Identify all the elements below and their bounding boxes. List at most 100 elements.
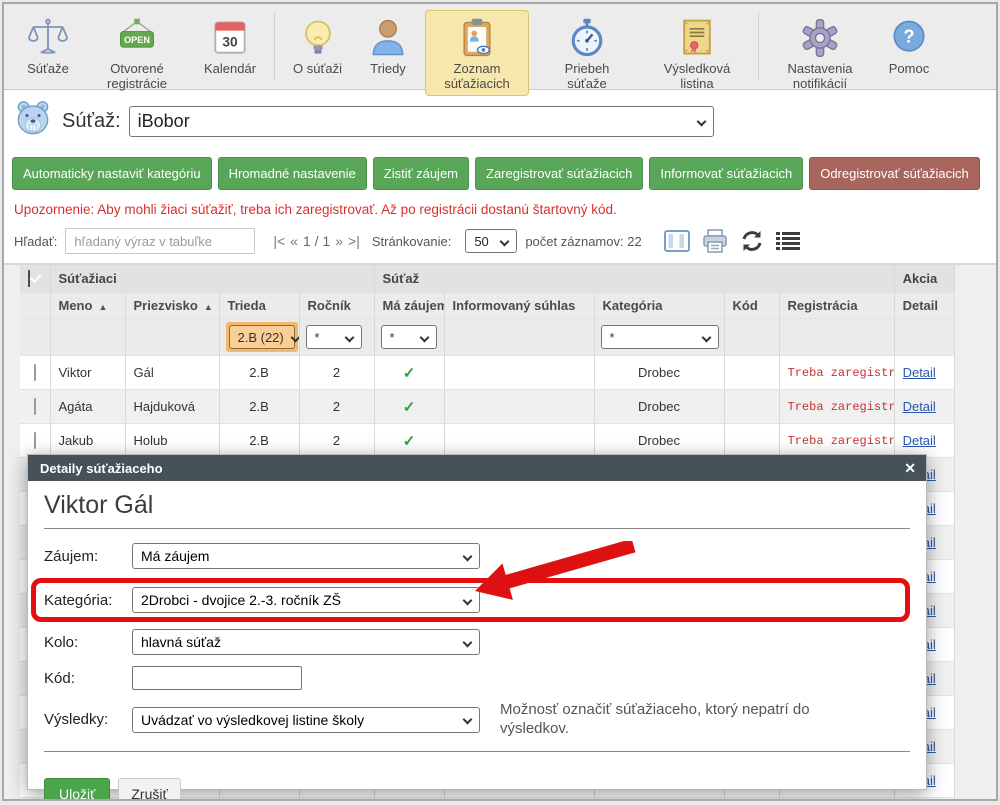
main-toolbar: Súťaže OPEN Otvorené registrácie 30 Kale… bbox=[4, 4, 996, 90]
column-header-registracia[interactable]: Registrácia bbox=[779, 293, 894, 319]
search-input[interactable] bbox=[65, 228, 255, 254]
calendar-day-text: 30 bbox=[222, 34, 238, 49]
competition-select[interactable]: iBobor bbox=[129, 106, 714, 137]
column-header-kod[interactable]: Kód bbox=[724, 293, 779, 319]
trieda-filter-select[interactable]: 2.B (22) bbox=[229, 325, 295, 349]
toolbar-item-o-sutazi[interactable]: O súťaži bbox=[284, 10, 351, 81]
cell-registracia: Treba zaregistrovať! bbox=[779, 424, 894, 458]
list-view-icon[interactable] bbox=[776, 231, 800, 251]
column-header-trieda[interactable]: Trieda bbox=[219, 293, 299, 319]
app-window: Súťaže OPEN Otvorené registrácie 30 Kale… bbox=[2, 2, 998, 801]
column-header-priezvisko[interactable]: Priezvisko▲ bbox=[125, 293, 219, 319]
prev-page-button[interactable]: « bbox=[290, 233, 298, 249]
toolbar-item-zoznam-sutaziacich[interactable]: Zoznam súťažiacich bbox=[425, 10, 529, 96]
column-header-meno[interactable]: Meno▲ bbox=[50, 293, 125, 319]
cell-trieda: 2.B bbox=[219, 390, 299, 424]
detail-link[interactable]: Detail bbox=[903, 399, 936, 414]
competitor-detail-modal: Detaily súťažiaceho ✕ Viktor Gál Záujem:… bbox=[27, 454, 927, 790]
column-header-suhlas[interactable]: Informovaný súhlas bbox=[444, 293, 594, 319]
toolbar-divider bbox=[274, 12, 275, 80]
column-header-ma-zaujem[interactable]: Má záujem bbox=[374, 293, 444, 319]
modal-header[interactable]: Detaily súťažiaceho ✕ bbox=[28, 455, 926, 481]
vysledky-select[interactable]: Uvádzať vo výsledkovej listine školy bbox=[132, 707, 480, 733]
kategoria-value: 2Drobci - dvojice 2.-3. ročník ZŠ bbox=[141, 592, 341, 608]
detail-link[interactable]: Detail bbox=[903, 433, 936, 448]
modal-title: Detaily súťažiaceho bbox=[40, 461, 163, 476]
toolbar-label: Nastavenia notifikácií bbox=[777, 62, 863, 92]
toolbar-label: Kalendár bbox=[204, 62, 256, 77]
select-all-checkbox[interactable] bbox=[28, 270, 30, 287]
toolbar-label: Výsledková listina bbox=[654, 62, 740, 92]
page-size-value: 50 bbox=[474, 234, 488, 249]
zaujem-select[interactable]: Má záujem bbox=[132, 543, 480, 569]
save-button[interactable]: Uložiť bbox=[44, 778, 110, 802]
find-interest-button[interactable]: Zistiť záujem bbox=[373, 157, 469, 190]
detail-link[interactable]: Detail bbox=[903, 365, 936, 380]
register-button[interactable]: Zaregistrovať súťažiacich bbox=[475, 157, 643, 190]
divider bbox=[44, 751, 910, 752]
refresh-icon[interactable] bbox=[740, 230, 764, 252]
help-icon: ? bbox=[887, 14, 931, 62]
inform-button[interactable]: Informovať súťažiacich bbox=[649, 157, 803, 190]
chevron-down-icon bbox=[701, 332, 711, 342]
chevron-down-icon bbox=[696, 117, 706, 127]
vysledky-note-text: Možnosť označiť súťažiaceho, ktorý nepat… bbox=[500, 701, 840, 739]
first-page-button[interactable]: |< bbox=[273, 233, 285, 249]
open-sign-text: OPEN bbox=[124, 35, 150, 45]
lightbulb-icon bbox=[296, 14, 340, 62]
next-page-button[interactable]: » bbox=[335, 233, 343, 249]
close-icon[interactable]: ✕ bbox=[904, 461, 916, 475]
toolbar-label: Triedy bbox=[370, 62, 406, 77]
competitors-table-area: Súťažiaci Súťaž Akcia Meno▲ Priezvisko▲ … bbox=[4, 265, 996, 801]
toolbar-item-kalendar[interactable]: 30 Kalendár bbox=[195, 10, 265, 81]
trieda-filter-highlight: 2.B (22) bbox=[226, 322, 298, 352]
toolbar-item-pomoc[interactable]: ? Pomoc bbox=[878, 10, 940, 81]
person-icon bbox=[366, 14, 410, 62]
kolo-select[interactable]: hlavná súťaž bbox=[132, 629, 480, 655]
cell-trieda: 2.B bbox=[219, 424, 299, 458]
rocnik-filter-select[interactable]: * bbox=[306, 325, 362, 349]
toolbar-item-sutaze[interactable]: Súťaže bbox=[17, 10, 79, 81]
auto-category-button[interactable]: Automaticky nastaviť kategóriu bbox=[12, 157, 212, 190]
vysledky-value: Uvádzať vo výsledkovej listine školy bbox=[141, 712, 364, 728]
row-checkbox[interactable] bbox=[34, 398, 36, 415]
calendar-icon: 30 bbox=[208, 14, 252, 62]
cell-rocnik: 2 bbox=[299, 424, 374, 458]
kolo-field-row: Kolo: hlavná súťaž bbox=[44, 629, 910, 655]
kod-input[interactable] bbox=[132, 666, 302, 690]
page-size-select[interactable]: 50 bbox=[465, 229, 517, 253]
row-checkbox[interactable] bbox=[34, 432, 36, 449]
competition-label: Súťaž: bbox=[62, 110, 121, 133]
certificate-icon bbox=[675, 14, 719, 62]
toolbar-item-otvorene-registracie[interactable]: OPEN Otvorené registrácie bbox=[85, 10, 189, 96]
cell-suhlas bbox=[444, 390, 594, 424]
kategoria-select[interactable]: 2Drobci - dvojice 2.-3. ročník ZŠ bbox=[132, 587, 480, 613]
kod-label: Kód: bbox=[44, 670, 132, 687]
cell-priezvisko: Hajduková bbox=[125, 390, 219, 424]
records-count-label: počet záznamov: 22 bbox=[525, 234, 641, 249]
competition-row: Súťaž: iBobor bbox=[4, 90, 996, 149]
cancel-button[interactable]: Zrušiť bbox=[118, 778, 180, 802]
last-page-button[interactable]: >| bbox=[348, 233, 360, 249]
toolbar-item-triedy[interactable]: Triedy bbox=[357, 10, 419, 81]
bulk-setting-button[interactable]: Hromadné nastavenie bbox=[218, 157, 367, 190]
cell-kod bbox=[724, 424, 779, 458]
ma-zaujem-filter-select[interactable]: * bbox=[381, 325, 437, 349]
divider bbox=[44, 528, 910, 529]
row-checkbox[interactable] bbox=[34, 364, 36, 381]
toolbar-item-priebeh-sutaze[interactable]: Priebeh súťaže bbox=[535, 10, 639, 96]
kolo-label: Kolo: bbox=[44, 634, 132, 651]
group-header-competitors: Súťažiaci bbox=[50, 265, 374, 293]
unregister-button[interactable]: Odregistrovať súťažiacich bbox=[809, 157, 979, 190]
cell-ma-zaujem: ✓ bbox=[374, 356, 444, 390]
kategoria-filter-select[interactable]: * bbox=[601, 325, 719, 349]
column-header-rocnik[interactable]: Ročník bbox=[299, 293, 374, 319]
columns-icon[interactable] bbox=[664, 230, 690, 252]
column-header-kategoria[interactable]: Kategória bbox=[594, 293, 724, 319]
toolbar-item-vysledkova-listina[interactable]: Výsledková listina bbox=[645, 10, 749, 96]
cell-priezvisko: Holub bbox=[125, 424, 219, 458]
cell-registracia: Treba zaregistrovať! bbox=[779, 390, 894, 424]
print-icon[interactable] bbox=[702, 229, 728, 253]
toolbar-item-nastavenia-notifikacii[interactable]: Nastavenia notifikácií bbox=[768, 10, 872, 96]
cell-priezvisko: Gál bbox=[125, 356, 219, 390]
